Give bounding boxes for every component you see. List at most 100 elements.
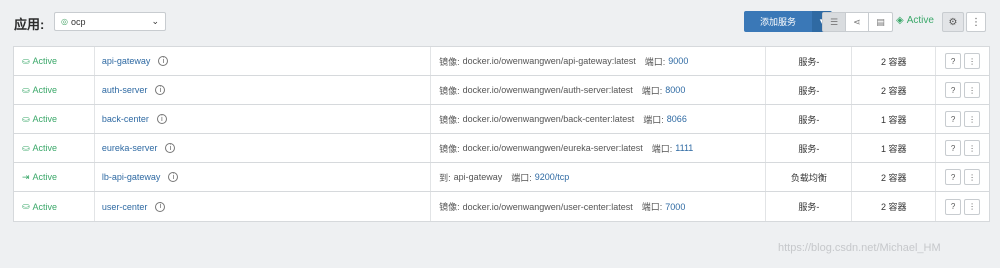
service-name-cell: back-center i bbox=[95, 105, 432, 133]
port-label: 端口: bbox=[643, 114, 664, 125]
service-detail: 镜像: docker.io/owenwangwen/auth-server:lat… bbox=[431, 76, 767, 104]
more-menu-icon[interactable]: ⋮ bbox=[964, 53, 981, 69]
stack-state-label: Active bbox=[906, 15, 934, 26]
service-state: ⛀ Active bbox=[14, 76, 95, 104]
app-label: 应用: bbox=[14, 17, 45, 32]
table-row: ⇥ Active lb-api-gateway i 到: api-gateway 端口:… bbox=[14, 163, 989, 192]
detail-value: docker.io/owenwangwen/back-center:latest bbox=[462, 114, 635, 124]
help-icon[interactable]: ? bbox=[945, 111, 962, 127]
view-toggle-group: ☰ ⋖ ▤ bbox=[822, 12, 893, 32]
service-type: 服务- bbox=[766, 47, 853, 75]
service-icon: ⛀ bbox=[22, 142, 30, 153]
help-icon[interactable]: ? bbox=[945, 53, 962, 69]
port-label: 端口: bbox=[511, 172, 532, 183]
gear-icon[interactable]: ⚙ bbox=[942, 12, 964, 32]
more-menu-icon[interactable]: ⋮ bbox=[964, 198, 981, 215]
port-value[interactable]: 9000 bbox=[668, 56, 688, 66]
service-icon: ⛀ bbox=[22, 113, 30, 124]
detail-label: 镜像: bbox=[439, 56, 460, 67]
container-count: 2 容器 bbox=[852, 192, 937, 221]
port-label: 端口: bbox=[641, 85, 663, 96]
port-value[interactable]: 9200/tcp bbox=[535, 172, 570, 182]
info-icon[interactable]: i bbox=[158, 56, 169, 66]
table-row: ⛀ Active user-center i 镜像: docker.io/owenwa… bbox=[14, 192, 989, 221]
more-menu-icon[interactable]: ⋮ bbox=[964, 111, 981, 127]
service-name-cell: lb-api-gateway i bbox=[95, 163, 432, 191]
service-name-link[interactable]: api-gateway bbox=[102, 56, 151, 66]
add-service-button[interactable]: 添加服务 bbox=[744, 11, 812, 32]
services-table: ⛀ Active api-gateway i 镜像: docker.io/owenwa… bbox=[13, 46, 990, 222]
state-label: Active bbox=[32, 85, 58, 95]
service-type: 服务- bbox=[766, 192, 853, 221]
row-actions: ? ⋮ bbox=[936, 76, 989, 104]
state-label: Active bbox=[32, 172, 58, 182]
state-label: Active bbox=[32, 114, 58, 124]
container-count: 2 容器 bbox=[852, 47, 937, 75]
detail-label: 镜像: bbox=[439, 202, 460, 212]
service-icon: ⛀ bbox=[22, 84, 30, 95]
port-value[interactable]: 1111 bbox=[675, 143, 693, 153]
port-label: 端口: bbox=[651, 143, 673, 154]
table-row: ⛀ Active api-gateway i 镜像: docker.io/owenwa… bbox=[14, 47, 989, 76]
more-menu-icon[interactable]: ⋮ bbox=[964, 169, 981, 185]
state-label: Active bbox=[32, 201, 58, 212]
service-state: ⛀ Active bbox=[14, 105, 95, 133]
detail-value[interactable]: api-gateway bbox=[454, 172, 503, 182]
help-icon[interactable]: ? bbox=[945, 198, 962, 215]
service-state: ⇥ Active bbox=[14, 163, 95, 191]
detail-value: docker.io/owenwangwen/eureka-server:late… bbox=[462, 143, 643, 153]
detail-label: 到: bbox=[439, 172, 451, 183]
compose-file-icon[interactable]: ▤ bbox=[869, 13, 892, 31]
service-name-link[interactable]: back-center bbox=[102, 114, 149, 124]
help-icon[interactable]: ? bbox=[945, 140, 962, 156]
service-type: 负载均衡 bbox=[766, 163, 853, 191]
service-type: 服务- bbox=[766, 134, 853, 162]
state-label: Active bbox=[32, 143, 58, 153]
service-detail: 镜像: docker.io/owenwangwen/eureka-server:l… bbox=[431, 134, 767, 162]
port-value[interactable]: 8066 bbox=[667, 114, 687, 124]
service-detail: 到: api-gateway 端口: 9200/tcp bbox=[431, 163, 767, 191]
service-name-cell: eureka-server i bbox=[95, 134, 432, 162]
list-view-icon[interactable]: ☰ bbox=[823, 13, 846, 31]
state-label: Active bbox=[32, 56, 58, 66]
service-type: 服务- bbox=[766, 105, 853, 133]
service-name-link[interactable]: lb-api-gateway bbox=[102, 172, 161, 182]
info-icon[interactable]: i bbox=[168, 172, 179, 182]
table-row: ⛀ Active back-center i 镜像: docker.io/owenwa… bbox=[14, 105, 989, 134]
layers-icon: ◈ bbox=[896, 15, 904, 26]
service-type: 服务- bbox=[766, 76, 853, 104]
detail-label: 镜像: bbox=[439, 114, 460, 125]
more-menu-icon[interactable]: ⋮ bbox=[964, 82, 981, 98]
stack-selector[interactable]: ◎ ocp ⌄ bbox=[54, 12, 166, 31]
service-name-cell: api-gateway i bbox=[95, 47, 432, 75]
info-icon[interactable]: i bbox=[156, 114, 167, 124]
more-menu-icon[interactable]: ⋮ bbox=[966, 12, 986, 32]
service-name-link[interactable]: auth-server bbox=[102, 85, 148, 95]
more-menu-icon[interactable]: ⋮ bbox=[964, 140, 981, 156]
help-icon[interactable]: ? bbox=[945, 169, 962, 185]
container-count: 1 容器 bbox=[852, 105, 937, 133]
service-name-cell: user-center i bbox=[95, 192, 432, 221]
container-count: 2 容器 bbox=[852, 163, 937, 191]
graph-view-icon[interactable]: ⋖ bbox=[846, 13, 869, 31]
container-count: 1 容器 bbox=[852, 134, 937, 162]
help-icon[interactable]: ? bbox=[945, 82, 962, 98]
info-icon[interactable]: i bbox=[155, 85, 166, 95]
detail-label: 镜像: bbox=[439, 143, 460, 154]
row-actions: ? ⋮ bbox=[936, 163, 989, 191]
service-name-link[interactable]: user-center bbox=[102, 202, 148, 212]
info-icon[interactable]: i bbox=[165, 143, 176, 153]
port-label: 端口: bbox=[641, 202, 663, 212]
service-icon: ⛀ bbox=[22, 201, 30, 211]
info-icon[interactable]: i bbox=[155, 201, 166, 212]
stack-state: ◈ Active bbox=[896, 15, 934, 26]
service-state: ⛀ Active bbox=[14, 47, 95, 75]
port-value[interactable]: 7000 bbox=[665, 202, 685, 212]
table-row: ⛀ Active eureka-server i 镜像: docker.io/owen… bbox=[14, 134, 989, 163]
service-name-link[interactable]: eureka-server bbox=[102, 143, 158, 153]
row-actions: ? ⋮ bbox=[936, 134, 989, 162]
watermark: https://blog.csdn.net/Michael_HM bbox=[778, 242, 941, 254]
service-name-cell: auth-server i bbox=[95, 76, 432, 104]
port-value[interactable]: 8000 bbox=[665, 85, 685, 95]
top-toolbar: 应用: ◎ ocp ⌄ 添加服务 ▾ ☰ ⋖ ▤ ◈Active ⚙ ⋮ bbox=[0, 0, 1000, 44]
